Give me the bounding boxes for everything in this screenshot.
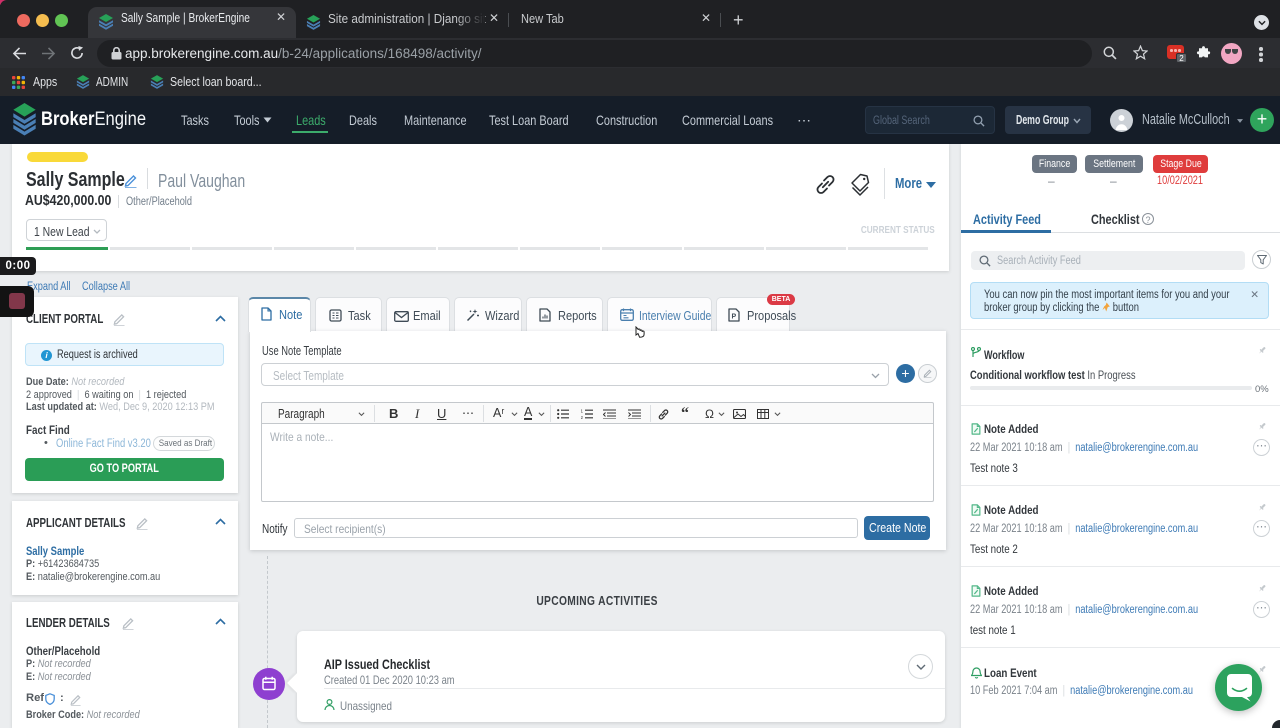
svg-text:1: 1 — [581, 409, 584, 414]
svg-text:2: 2 — [581, 415, 584, 419]
svg-text:P: P — [732, 314, 737, 321]
